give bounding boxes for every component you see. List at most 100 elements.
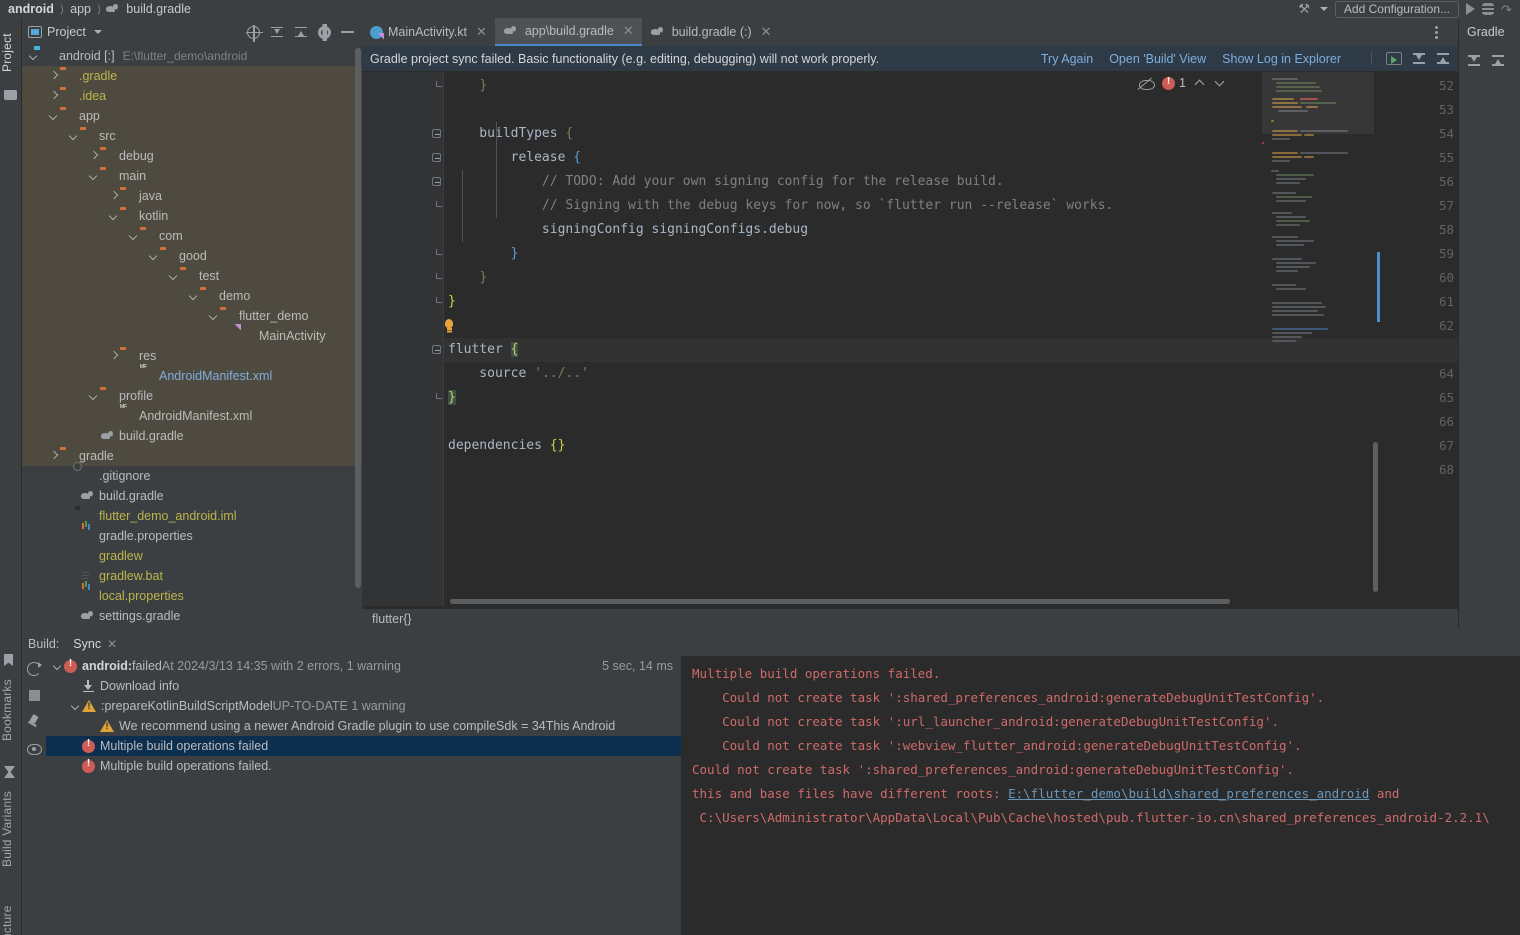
chevron-down-icon[interactable] — [168, 270, 180, 282]
sidebar-item-structure[interactable]: Structure — [0, 896, 22, 935]
build-tree-row[interactable]: Multiple build operations failed. — [46, 756, 681, 776]
add-configuration-button[interactable]: Add Configuration... — [1334, 0, 1459, 18]
tree-row[interactable]: gradlew.bat — [22, 566, 362, 586]
breadcrumb-item-project[interactable]: android — [6, 2, 56, 16]
tree-row[interactable]: build.gradle — [22, 426, 362, 446]
minimap-viewport[interactable] — [1262, 72, 1374, 134]
fold-marker-start[interactable] — [432, 153, 441, 162]
chevron-right-icon[interactable] — [48, 450, 60, 462]
chevron-down-icon[interactable] — [48, 110, 60, 122]
sidebar-item-project[interactable]: Project — [0, 22, 22, 84]
project-tree[interactable]: android [:] E:\flutter_demo\android .gra… — [22, 46, 362, 628]
editor-minimap[interactable] — [1262, 72, 1374, 606]
build-tree-row[interactable]: We recommend using a newer Android Gradl… — [46, 716, 681, 736]
tree-row[interactable]: gradle.properties — [22, 526, 362, 546]
error-count-badge[interactable]: 1 — [1162, 76, 1186, 90]
chevron-down-icon[interactable] — [128, 230, 140, 242]
tree-row[interactable]: flutter_demo — [22, 306, 362, 326]
chevron-right-icon[interactable] — [108, 190, 120, 202]
close-icon[interactable]: ✕ — [107, 637, 117, 651]
tree-row[interactable]: main — [22, 166, 362, 186]
editor-tab[interactable]: app\build.gradle ✕ — [494, 18, 642, 46]
build-results-tree[interactable]: android: failed At 2024/3/13 14:35 with … — [46, 656, 682, 935]
build-tree-row[interactable]: Multiple build operations failed — [46, 736, 681, 756]
fold-marker-start[interactable] — [432, 345, 441, 354]
tab-sync[interactable]: Sync ✕ — [73, 637, 117, 651]
fold-marker-end[interactable] — [432, 201, 442, 210]
chevron-down-icon[interactable] — [68, 130, 80, 142]
expand-icon[interactable] — [1467, 54, 1481, 67]
chevron-down-icon[interactable] — [70, 700, 82, 712]
chevron-right-icon[interactable] — [48, 70, 60, 82]
tree-row[interactable]: src — [22, 126, 362, 146]
chevron-down-icon[interactable] — [1319, 7, 1328, 11]
fold-marker-end[interactable] — [432, 393, 442, 402]
tree-row[interactable]: AndroidManifest.xml — [22, 366, 362, 386]
sidebar-item-build-variants[interactable]: Build Variants — [0, 778, 22, 880]
tree-row[interactable]: res — [22, 346, 362, 366]
close-icon[interactable]: ✕ — [476, 24, 487, 40]
chevron-down-icon[interactable] — [108, 210, 120, 222]
collapse-icon[interactable] — [1436, 52, 1450, 65]
tree-row[interactable]: flutter_demo_android.iml — [22, 506, 362, 526]
fold-marker-end[interactable] — [432, 273, 442, 282]
next-problem-icon[interactable] — [1214, 77, 1226, 89]
debug-icon[interactable] — [1479, 3, 1497, 15]
tree-row[interactable]: MainActivity — [22, 326, 362, 346]
close-icon[interactable]: ✕ — [623, 23, 634, 39]
editor-tab[interactable]: build.gradle (:) ✕ — [641, 18, 780, 46]
code-editor[interactable]: 5253545556575859606162636465666768 } bui… — [362, 72, 1458, 606]
tree-row[interactable]: app — [22, 106, 362, 126]
locate-icon[interactable] — [246, 24, 263, 42]
console-path-link[interactable]: E:\flutter_demo\build\shared_preferences… — [1008, 786, 1369, 801]
chevron-down-icon[interactable] — [52, 660, 64, 672]
previous-problem-icon[interactable] — [1194, 77, 1206, 89]
collapse-all-icon[interactable] — [294, 26, 308, 39]
chevron-right-icon[interactable] — [88, 150, 100, 162]
breadcrumb-item-module[interactable]: app — [68, 2, 93, 16]
fold-marker-start[interactable] — [432, 177, 441, 186]
hide-icon[interactable] — [341, 31, 354, 33]
sidebar-item-gradle[interactable]: Gradle — [1435, 18, 1520, 46]
close-icon[interactable]: ✕ — [761, 24, 772, 40]
tree-row[interactable]: java — [22, 186, 362, 206]
tree-row[interactable]: AndroidManifest.xml — [22, 406, 362, 426]
fold-marker-start[interactable] — [432, 129, 441, 138]
build-tree-row[interactable]: Download info — [46, 676, 681, 696]
editor-vertical-scrollbar[interactable] — [1373, 442, 1378, 592]
fold-marker-end[interactable] — [432, 297, 442, 306]
run-anything-icon[interactable] — [1386, 52, 1402, 65]
stop-icon[interactable] — [28, 690, 40, 701]
editor-tab[interactable]: MainActivity.kt ✕ — [362, 18, 495, 46]
hammer-icon[interactable]: ⚒ — [1298, 1, 1310, 17]
chevron-down-icon[interactable] — [88, 390, 100, 402]
sidebar-item-bookmarks[interactable]: Bookmarks — [0, 666, 22, 754]
build-console-output[interactable]: Multiple build operations failed. Could … — [682, 656, 1520, 935]
expand-icon[interactable] — [1412, 52, 1426, 65]
refresh-icon[interactable] — [27, 662, 42, 676]
chevron-down-icon[interactable] — [188, 290, 200, 302]
tree-row[interactable]: debug — [22, 146, 362, 166]
editor-horizontal-scrollbar[interactable] — [450, 599, 1230, 604]
tree-row[interactable]: local.properties — [22, 586, 362, 606]
tree-row[interactable]: kotlin — [22, 206, 362, 226]
chevron-down-icon[interactable] — [88, 170, 100, 182]
chevron-right-icon[interactable] — [108, 350, 120, 362]
eye-off-icon[interactable] — [1138, 77, 1156, 90]
try-again-link[interactable]: Try Again — [1041, 52, 1093, 66]
tree-row[interactable]: gradlew — [22, 546, 362, 566]
eye-icon[interactable] — [26, 743, 42, 755]
tree-row[interactable]: .idea — [22, 86, 362, 106]
build-tree-row[interactable]: :prepareKotlinBuildScriptModel UP-TO-DAT… — [46, 696, 681, 716]
tree-row-root[interactable]: android [:] E:\flutter_demo\android — [22, 46, 362, 66]
tree-row[interactable]: build.gradle — [22, 486, 362, 506]
chevron-down-icon[interactable] — [148, 250, 160, 262]
chevron-down-icon[interactable] — [208, 310, 220, 322]
tree-row[interactable]: test — [22, 266, 362, 286]
tree-row[interactable]: settings.gradle — [22, 606, 362, 626]
chevron-down-icon[interactable] — [93, 30, 102, 34]
collapse-icon[interactable] — [1491, 54, 1505, 67]
tree-row[interactable]: good — [22, 246, 362, 266]
project-scrollbar[interactable] — [355, 48, 361, 608]
run-icon[interactable] — [1466, 3, 1475, 15]
